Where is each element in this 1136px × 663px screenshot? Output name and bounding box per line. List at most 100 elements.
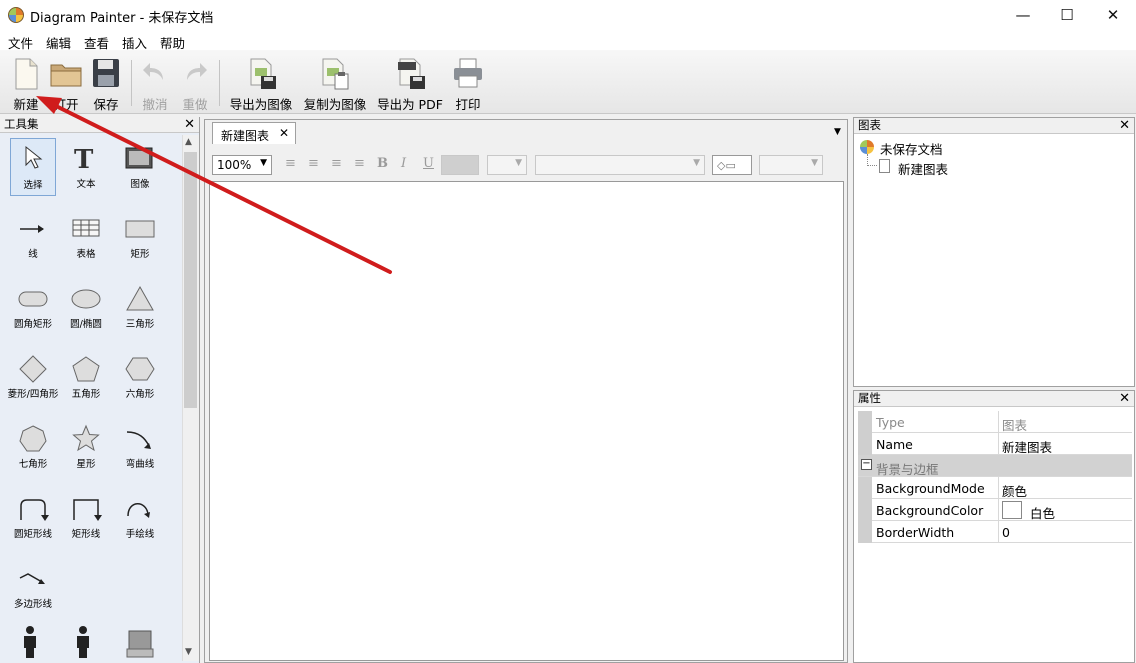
line-style-select[interactable]: ▼ (759, 155, 823, 175)
drawing-canvas[interactable] (209, 181, 844, 661)
minimize-button[interactable]: — (1000, 0, 1046, 30)
format-bar: 100% ▼ ≡ ≡ ≡ ≡ B I U ▼ ▼ ◇▭ ▼ (209, 150, 845, 178)
close-button[interactable]: ✕ (1090, 0, 1136, 30)
export-pdf-button[interactable]: 导出为 PDF (376, 54, 444, 112)
save-button[interactable]: 保存 (86, 54, 126, 112)
row-gutter (858, 521, 872, 543)
tool-icon (127, 503, 150, 518)
zoom-select[interactable]: 100% ▼ (212, 155, 272, 175)
tool-7[interactable]: 圆/椭圆 (63, 278, 109, 336)
close-icon[interactable]: ✕ (184, 117, 195, 132)
tool-label: 选择 (23, 180, 43, 191)
document-icon (860, 140, 874, 154)
tool-4[interactable]: 表格 (63, 208, 109, 266)
font-size-select[interactable]: ▼ (487, 155, 527, 175)
person-icon[interactable] (20, 625, 40, 662)
tool-15[interactable]: 圆矩形线 (10, 488, 56, 546)
align-justify-icon[interactable]: ≡ (354, 156, 365, 171)
row-gutter (858, 499, 872, 521)
tool-5[interactable]: 矩形 (117, 208, 163, 266)
tool-12[interactable]: 七角形 (10, 418, 56, 476)
export-pdf-label: 导出为 PDF (377, 97, 443, 112)
open-button[interactable]: 打开 (46, 54, 86, 112)
redo-button[interactable]: 重做 (176, 54, 214, 112)
column-divider (998, 477, 999, 499)
prop-row-border-width[interactable]: BorderWidth 0 (858, 521, 1132, 543)
save-label: 保存 (93, 97, 119, 112)
tool-icon (125, 220, 155, 238)
align-left-icon[interactable]: ≡ (285, 156, 296, 171)
prop-group-background-border[interactable]: − 背景与边框 (858, 455, 1132, 477)
tool-label: 圆/椭圆 (70, 319, 102, 330)
align-right-icon[interactable]: ≡ (331, 156, 342, 171)
tool-1[interactable]: T 文本 (63, 138, 109, 196)
prop-value: 白色 (1030, 506, 1056, 521)
close-icon[interactable]: ✕ (1119, 118, 1130, 133)
scroll-up-icon[interactable]: ▲ (185, 137, 192, 147)
collapse-icon[interactable]: − (861, 459, 872, 470)
toolbox-title: 工具集 (4, 117, 39, 131)
undo-button[interactable]: 撤消 (136, 54, 174, 112)
print-button[interactable]: 打印 (450, 54, 486, 112)
tool-8[interactable]: 三角形 (117, 278, 163, 336)
maximize-button[interactable]: ☐ (1044, 0, 1090, 30)
tool-17[interactable]: 手绘线 (117, 488, 163, 546)
prop-row-background-color[interactable]: BackgroundColor 白色 (858, 499, 1132, 521)
align-center-icon[interactable]: ≡ (308, 156, 319, 171)
prop-row-background-mode[interactable]: BackgroundMode 颜色 (858, 477, 1132, 499)
column-divider (998, 521, 999, 543)
shape-style-button[interactable]: ◇▭ (712, 155, 752, 175)
prop-row-type[interactable]: Type 图表 (858, 411, 1132, 433)
new-button[interactable]: 新建 (6, 54, 46, 112)
tool-6[interactable]: 圆角矩形 (10, 278, 56, 336)
close-icon[interactable]: ✕ (279, 126, 289, 140)
tool-icon (72, 219, 100, 237)
color-swatch[interactable] (1002, 501, 1022, 519)
diamond-rect-icon: ◇▭ (717, 159, 736, 172)
tab-new-chart[interactable]: 新建图表 ✕ (212, 122, 296, 144)
italic-icon[interactable]: I (401, 156, 406, 171)
tab-menu-icon[interactable]: ▼ (834, 127, 841, 137)
column-divider (998, 411, 999, 433)
tool-label: 三角形 (125, 319, 155, 330)
new-document-icon (15, 58, 38, 90)
tool-icon (71, 289, 101, 309)
tool-16[interactable]: 矩形线 (63, 488, 109, 546)
tree-child[interactable]: 新建图表 (898, 159, 948, 178)
computer-icon[interactable] (125, 625, 155, 662)
export-image-button[interactable]: 导出为图像 (228, 54, 294, 112)
prop-row-name[interactable]: Name 新建图表 (858, 433, 1132, 455)
prop-key: BackgroundMode (876, 481, 985, 496)
scroll-down-icon[interactable]: ▼ (185, 647, 192, 657)
tool-13[interactable]: 星形 (63, 418, 109, 476)
tool-label: 矩形线 (71, 529, 101, 540)
toolbar-separator (219, 60, 220, 106)
close-icon[interactable]: ✕ (1119, 391, 1130, 406)
properties-panel: 属性 ✕ Type 图表 Name 新建图表 − 背景与边框 Backgroun… (853, 390, 1135, 663)
redo-label: 重做 (182, 97, 208, 112)
tool-3[interactable]: 线 (10, 208, 56, 266)
tool-label: 弯曲线 (125, 459, 155, 470)
tool-label: 手绘线 (125, 529, 155, 540)
copy-image-label: 复制为图像 (303, 97, 367, 112)
scrollbar-thumb[interactable] (184, 152, 197, 408)
tool-icon (18, 291, 48, 307)
tree-root[interactable]: 未保存文档 (880, 139, 943, 158)
tool-14[interactable]: 弯曲线 (117, 418, 163, 476)
person-icon[interactable] (73, 625, 93, 662)
text-color-picker[interactable] (441, 155, 479, 175)
tab-label: 新建图表 (221, 129, 270, 143)
tool-11[interactable]: 六角形 (117, 348, 163, 406)
tool-10[interactable]: 五角形 (63, 348, 109, 406)
tool-9[interactable]: 菱形/四角形 (8, 348, 58, 406)
bold-icon[interactable]: B (377, 156, 388, 171)
tool-label: 七角形 (18, 459, 48, 470)
underline-icon[interactable]: U (423, 156, 434, 171)
copy-image-button[interactable]: 复制为图像 (302, 54, 368, 112)
tool-2[interactable]: 图像 (117, 138, 163, 196)
tool-0[interactable]: 选择 (10, 138, 56, 196)
font-family-select[interactable]: ▼ (535, 155, 705, 175)
prop-value: 0 (1002, 525, 1010, 540)
tool-icon (126, 431, 151, 449)
tool-18[interactable]: 多边形线 (10, 558, 56, 616)
